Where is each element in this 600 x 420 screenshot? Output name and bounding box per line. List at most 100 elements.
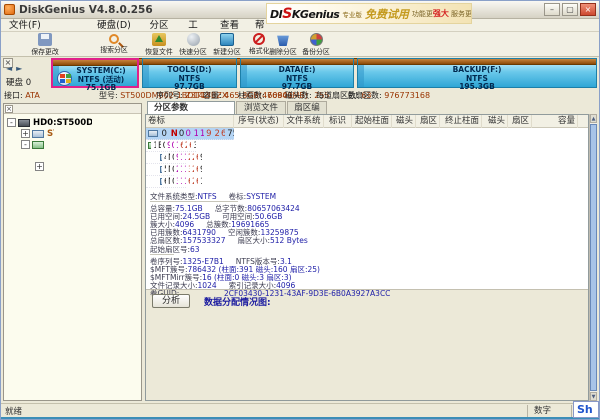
disk-bar: SYSTEM(C:) NTFS (活动) 75.1GB TOOLS(D:) NT… bbox=[51, 58, 597, 88]
menu-item[interactable]: 硬盘(D) bbox=[89, 19, 139, 32]
format-icon bbox=[253, 33, 265, 45]
allocation-map-label: 数据分配情况图: bbox=[204, 295, 271, 308]
minimize-button[interactable]: – bbox=[544, 3, 560, 16]
tab[interactable]: 分区参数 bbox=[147, 101, 235, 114]
vertical-scrollbar[interactable]: ▲ ▼ bbox=[589, 114, 597, 401]
table-row[interactable]: DATA(E:) 5 NTFS 07 22555 1 1 35303 254 6… bbox=[146, 164, 174, 176]
partition-table: SYSTEM(C:) 0 NTFS 07 0 1 1 9805 254 63 7… bbox=[146, 128, 588, 188]
table-header-cell: 终止柱面 bbox=[440, 115, 482, 128]
table-row[interactable]: TOOLS(D:) 4 NTFS 07 9806 1 1 22554 254 6… bbox=[146, 152, 186, 164]
partition-block-tools-d[interactable]: TOOLS(D:) NTFS 97.7GB bbox=[142, 58, 237, 88]
table-header-cell: 序号(状态) bbox=[234, 115, 284, 128]
table-header-cell: 卷标 bbox=[146, 115, 234, 128]
tree-expand-icon[interactable]: - bbox=[21, 140, 30, 149]
maximize-button[interactable]: ▢ bbox=[562, 3, 578, 16]
promo-text: 免费试用 bbox=[365, 6, 409, 22]
tab[interactable]: 扇区编辑 bbox=[287, 101, 327, 114]
toolbar: 保存更改 搜索分区 恢复文件 快速分区 新建分区 格式化 删除分区 备份分区 bbox=[1, 32, 599, 57]
close-button[interactable]: × bbox=[580, 3, 596, 16]
analyze-button[interactable]: 分析 bbox=[152, 294, 190, 308]
disk-label: 硬盘 0 bbox=[6, 76, 48, 88]
toolbar-button[interactable]: 新建分区 bbox=[207, 32, 247, 57]
edition-label: 专业版 bbox=[342, 9, 362, 19]
scroll-down-icon[interactable]: ▼ bbox=[590, 392, 597, 401]
disk-info-pair: 柱面数: 60801 bbox=[238, 90, 278, 101]
promo-banner[interactable]: DISKGenius 专业版 免费试用 功能更强大 服务更贴心 bbox=[266, 3, 472, 24]
scroll-up-icon[interactable]: ▲ bbox=[590, 114, 597, 123]
status-ready: 就绪 bbox=[1, 405, 527, 417]
table-header-cell: 文件系统 bbox=[284, 115, 324, 128]
filesystem-details: 文件系统类型: NTFS 卷标: SYSTEM 总容量: 75.1GB 总字节数… bbox=[150, 191, 584, 297]
table-header-row: 卷标序号(状态)文件系统标识起始柱面磁头扇区终止柱面磁头扇区容量 bbox=[146, 115, 588, 128]
tree-item[interactable]: + TOOLS(D:) bbox=[4, 150, 35, 161]
disk-info-pair: 总扇区数: 976773168 bbox=[347, 90, 389, 101]
disk-info-pair: 序列号: Z3T13BZX bbox=[156, 90, 196, 101]
tab-bar: 分区参数浏览文件扇区编辑 bbox=[145, 101, 597, 114]
partition-tree-panel: × - HD0:ST500DM002-1BD142(466GB) + SYSTE… bbox=[3, 103, 142, 401]
status-numlock: 数字 bbox=[527, 405, 571, 417]
toolbar-button[interactable]: 备份分区 bbox=[295, 32, 337, 57]
menu-item[interactable]: 查看(V) bbox=[207, 19, 247, 32]
drive-icon bbox=[32, 130, 44, 138]
menu-item[interactable]: 工具(T) bbox=[179, 19, 207, 32]
partition-icon bbox=[148, 130, 158, 137]
partition-tree: - HD0:ST500DM002-1BD142(466GB) + SYSTEM(… bbox=[4, 114, 141, 183]
toolbar-button[interactable]: 删除分区 bbox=[271, 32, 295, 57]
tree-expand-icon[interactable]: + bbox=[35, 162, 44, 171]
tree-close-icon[interactable]: × bbox=[5, 105, 13, 113]
disk-info-pair: 每道扇区数: 63 bbox=[316, 90, 340, 101]
status-bar: 就绪 数字 bbox=[1, 403, 599, 417]
next-disk-icon[interactable]: ► bbox=[16, 64, 26, 73]
menu-item[interactable]: 文件(F) bbox=[1, 19, 89, 32]
partition-block-system-c[interactable]: SYSTEM(C:) NTFS (活动) 75.1GB bbox=[51, 58, 139, 88]
table-header-cell: 容量 bbox=[532, 115, 578, 128]
tree-expand-icon[interactable]: - bbox=[7, 118, 16, 127]
tree-item[interactable]: - HD0:ST500DM002-1BD142(466GB) bbox=[4, 117, 92, 128]
table-row[interactable]: SYSTEM(C:) 0 NTFS 07 0 1 1 9805 254 63 7… bbox=[146, 128, 234, 140]
disk-panel: × ◄► 硬盘 0 SYSTEM(C:) NTFS (活动) 75.1GB TO… bbox=[1, 57, 599, 90]
toolbar-button[interactable]: 快速分区 bbox=[179, 32, 207, 57]
tree-item[interactable]: + BACKUP(F:) bbox=[4, 172, 35, 183]
menu-item[interactable]: 分区(P) bbox=[139, 19, 179, 32]
table-header-cell: 扇区 bbox=[508, 115, 532, 128]
tab[interactable]: 浏览文件 bbox=[236, 101, 286, 114]
search-icon bbox=[109, 34, 119, 44]
toolbar-button[interactable]: 格式化 bbox=[247, 32, 271, 57]
tree-expand-icon[interactable]: + bbox=[21, 129, 30, 138]
main-area: × - HD0:ST500DM002-1BD142(466GB) + SYSTE… bbox=[1, 101, 599, 403]
table-header-cell: 起始柱面 bbox=[352, 115, 392, 128]
toolbar-button[interactable]: 搜索分区 bbox=[89, 32, 139, 57]
detail-row: 起始扇区号: 63 bbox=[150, 244, 174, 255]
partition-block-data-e[interactable]: DATA(E:) NTFS 97.7GB bbox=[240, 58, 354, 88]
toolbar-button[interactable]: 恢复文件 bbox=[139, 32, 179, 57]
diskgenius-window: DiskGenius V4.8.0.256 – ▢ × 文件(F)硬盘(D)分区… bbox=[0, 0, 600, 420]
disk-navigator: ◄► 硬盘 0 bbox=[6, 64, 48, 88]
tree-item[interactable]: + DATA(E:) bbox=[4, 161, 44, 172]
prev-disk-icon[interactable]: ◄ bbox=[6, 64, 16, 73]
backup-icon bbox=[310, 33, 323, 46]
right-panel: 分区参数浏览文件扇区编辑 卷标序号(状态)文件系统标识起始柱面磁头扇区终止柱面磁… bbox=[145, 101, 597, 401]
tree-item[interactable]: - 扩展分区 bbox=[4, 139, 44, 150]
drive-icon bbox=[32, 141, 44, 149]
toolbar-button[interactable]: 保存更改 bbox=[1, 32, 89, 57]
detail-row: 文件系统类型: NTFS 卷标: SYSTEM bbox=[150, 191, 238, 202]
partition-block-backup-f[interactable]: BACKUP(F:) NTFS 195.3GB bbox=[357, 58, 597, 88]
tree-item[interactable]: + SYSTEM(C:) bbox=[4, 128, 54, 139]
app-icon bbox=[4, 4, 15, 15]
table-row[interactable]: 扩展分区 1 EXTEND 0F 9806 0 1 60800 254 63 3… bbox=[146, 140, 196, 152]
disk-info-pair: 容量: 465.8GB(476940MB) bbox=[203, 90, 231, 101]
overlapping-window-fragment: Sh bbox=[573, 401, 599, 418]
table-header-cell: 磁头 bbox=[392, 115, 416, 128]
new-partition-icon bbox=[220, 33, 234, 46]
windows-logo-icon bbox=[57, 71, 72, 86]
disk-info-pair: 磁头数: 255 bbox=[285, 90, 309, 101]
brand-logo: DISKGenius bbox=[270, 6, 339, 22]
drive-icon bbox=[18, 119, 30, 127]
table-row[interactable]: BACKUP(F:) 6 NTFS 07 35304 1 1 60800 254… bbox=[146, 176, 186, 188]
table-header-cell: 扇区 bbox=[416, 115, 440, 128]
disk-info-pair: 接口: ATA bbox=[4, 90, 92, 101]
scrollbar-thumb[interactable] bbox=[590, 124, 597, 391]
table-header-cell: 磁头 bbox=[482, 115, 508, 128]
analyze-row: 分析 数据分配情况图: bbox=[152, 294, 271, 308]
table-header-cell: 标识 bbox=[324, 115, 352, 128]
